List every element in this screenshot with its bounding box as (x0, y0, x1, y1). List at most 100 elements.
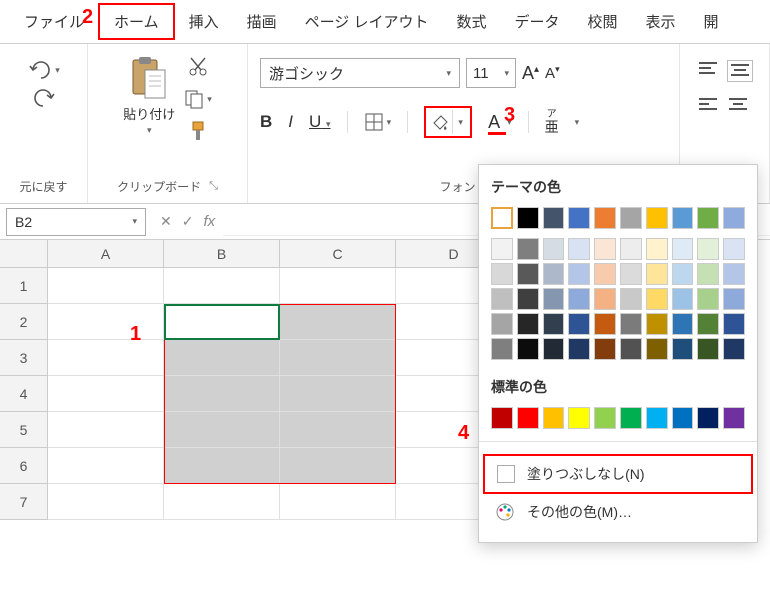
select-all-corner[interactable] (0, 240, 48, 268)
color-swatch[interactable] (723, 313, 745, 335)
color-swatch[interactable] (517, 313, 539, 335)
color-swatch[interactable] (697, 263, 719, 285)
tab-formula[interactable]: 数式 (442, 5, 500, 38)
cell[interactable] (48, 484, 164, 520)
enter-formula-button[interactable]: ✓ (182, 213, 194, 230)
row-header[interactable]: 7 (0, 484, 48, 520)
cell[interactable] (164, 340, 280, 376)
color-swatch[interactable] (491, 263, 513, 285)
paste-button[interactable]: 貼り付け ▾ (123, 56, 175, 136)
cell[interactable] (48, 412, 164, 448)
row-header[interactable]: 1 (0, 268, 48, 304)
color-swatch[interactable] (723, 288, 745, 310)
color-swatch[interactable] (568, 207, 590, 229)
phonetic-button[interactable]: ア亜 (545, 110, 559, 134)
cell[interactable] (164, 412, 280, 448)
cell[interactable] (48, 304, 164, 340)
fill-color-dropdown[interactable]: ▾ (452, 110, 468, 134)
color-swatch[interactable] (723, 238, 745, 260)
increase-font-button[interactable]: A▴ (522, 63, 539, 84)
tab-developer[interactable]: 開 (690, 5, 733, 38)
color-swatch[interactable] (491, 288, 513, 310)
cell[interactable] (280, 304, 396, 340)
color-swatch[interactable] (568, 263, 590, 285)
cell[interactable] (280, 268, 396, 304)
align-center-button[interactable] (727, 96, 749, 114)
undo-button[interactable]: ▾ (27, 60, 60, 80)
format-painter-button[interactable] (187, 120, 209, 142)
row-header[interactable]: 3 (0, 340, 48, 376)
color-swatch[interactable] (568, 313, 590, 335)
color-swatch[interactable] (517, 263, 539, 285)
color-swatch[interactable] (620, 263, 642, 285)
row-header[interactable]: 5 (0, 412, 48, 448)
color-swatch[interactable] (672, 338, 694, 360)
cell[interactable] (164, 304, 280, 340)
tab-insert[interactable]: 挿入 (175, 5, 233, 38)
color-swatch[interactable] (697, 207, 719, 229)
cell[interactable] (280, 376, 396, 412)
row-header[interactable]: 4 (0, 376, 48, 412)
name-box[interactable]: B2▾ (6, 208, 146, 236)
tab-home[interactable]: ホーム (98, 3, 175, 40)
cell[interactable] (48, 268, 164, 304)
chevron-down-icon[interactable]: ▾ (147, 125, 152, 136)
tab-data[interactable]: データ (501, 5, 574, 38)
more-colors-item[interactable]: その他の色(M)… (491, 494, 745, 530)
dialog-launcher-icon[interactable]: ⤡ (209, 180, 218, 193)
color-swatch[interactable] (517, 288, 539, 310)
cell[interactable] (280, 448, 396, 484)
font-size-combo[interactable]: 11▾ (466, 58, 516, 88)
color-swatch[interactable] (672, 407, 694, 429)
cell[interactable] (280, 484, 396, 520)
color-swatch[interactable] (646, 207, 668, 229)
color-swatch[interactable] (543, 313, 565, 335)
color-swatch[interactable] (594, 288, 616, 310)
color-swatch[interactable] (594, 207, 616, 229)
color-swatch[interactable] (723, 207, 745, 229)
align-left-button[interactable] (697, 96, 719, 114)
color-swatch[interactable] (672, 313, 694, 335)
color-swatch[interactable] (517, 238, 539, 260)
align-top-button[interactable] (697, 60, 719, 82)
color-swatch[interactable] (723, 407, 745, 429)
cell[interactable] (280, 412, 396, 448)
color-swatch[interactable] (672, 288, 694, 310)
cell[interactable] (164, 268, 280, 304)
cell[interactable] (280, 340, 396, 376)
color-swatch[interactable] (568, 288, 590, 310)
color-swatch[interactable] (517, 407, 539, 429)
color-swatch[interactable] (672, 238, 694, 260)
color-swatch[interactable] (697, 288, 719, 310)
cell[interactable] (164, 484, 280, 520)
fill-color-button[interactable] (428, 110, 452, 134)
color-swatch[interactable] (543, 288, 565, 310)
tab-review[interactable]: 校閲 (574, 5, 632, 38)
color-swatch[interactable] (491, 238, 513, 260)
underline-button[interactable]: U ▾ (309, 112, 331, 132)
color-swatch[interactable] (517, 207, 539, 229)
color-swatch[interactable] (672, 207, 694, 229)
borders-button[interactable]: ▾ (364, 112, 392, 132)
color-swatch[interactable] (620, 338, 642, 360)
color-swatch[interactable] (491, 313, 513, 335)
color-swatch[interactable] (543, 207, 565, 229)
color-swatch[interactable] (697, 338, 719, 360)
color-swatch[interactable] (594, 338, 616, 360)
font-name-combo[interactable]: 游ゴシック▾ (260, 58, 460, 88)
cancel-formula-button[interactable]: ✕ (160, 213, 172, 230)
color-swatch[interactable] (594, 238, 616, 260)
color-swatch[interactable] (646, 407, 668, 429)
decrease-font-button[interactable]: A▾ (545, 64, 560, 82)
color-swatch[interactable] (646, 338, 668, 360)
color-swatch[interactable] (594, 313, 616, 335)
align-mid-button[interactable] (727, 60, 753, 82)
col-header-B[interactable]: B (164, 240, 280, 268)
color-swatch[interactable] (491, 207, 513, 229)
color-swatch[interactable] (568, 338, 590, 360)
color-swatch[interactable] (543, 238, 565, 260)
cell[interactable] (164, 376, 280, 412)
color-swatch[interactable] (543, 263, 565, 285)
redo-button[interactable] (31, 88, 57, 108)
italic-button[interactable]: I (288, 112, 293, 132)
